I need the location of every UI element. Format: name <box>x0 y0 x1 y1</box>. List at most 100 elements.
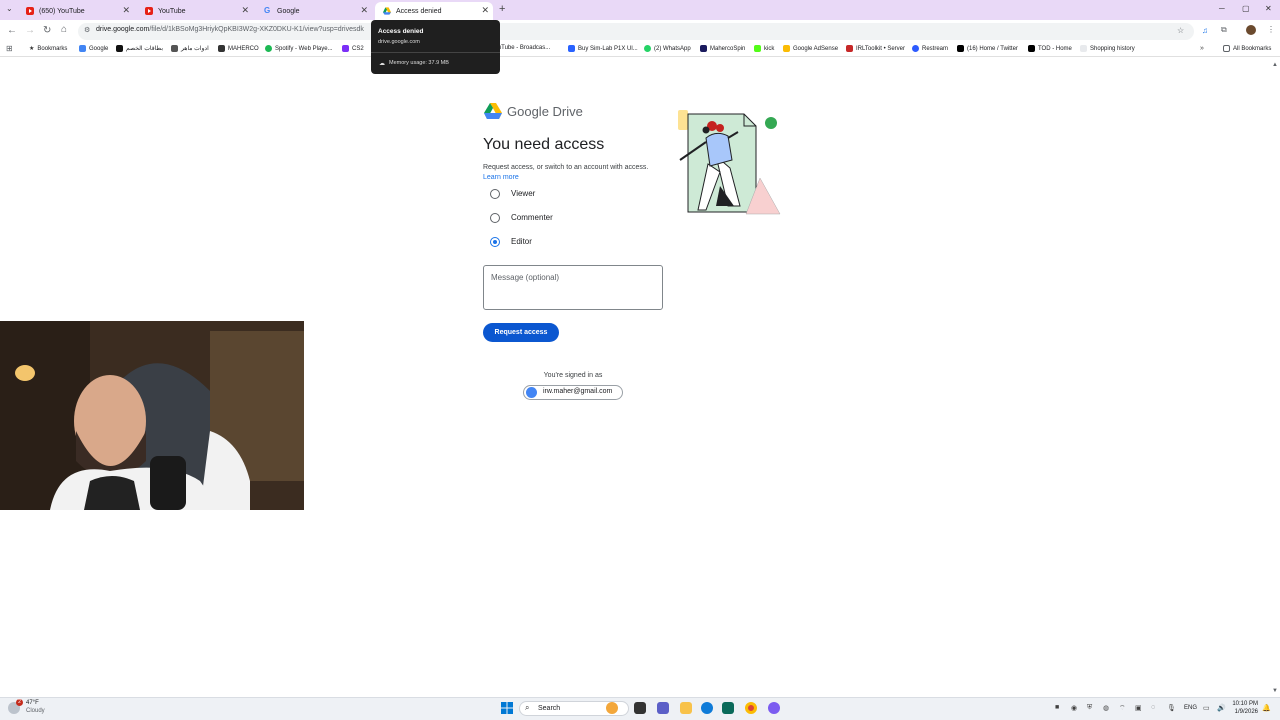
tab-label: Google <box>277 7 300 15</box>
close-window-button[interactable]: ✕ <box>1265 4 1272 13</box>
webcam-person-image <box>0 321 304 510</box>
all-bookmarks-folder[interactable]: All Bookmarks <box>1223 45 1271 52</box>
edge-icon[interactable] <box>701 702 713 714</box>
more-bookmarks-icon[interactable]: » <box>1200 45 1204 52</box>
bookmark-item[interactable]: Shopping history <box>1080 45 1135 52</box>
profile-avatar[interactable] <box>1246 25 1256 35</box>
bookmark-star-icon[interactable]: ☆ <box>1177 26 1184 35</box>
reload-icon[interactable]: ↻ <box>43 25 51 36</box>
bookmark-item[interactable]: Google AdSense <box>783 45 838 52</box>
search-highlight-icon[interactable] <box>606 702 618 714</box>
commenter-radio[interactable] <box>490 213 500 223</box>
apps-icon[interactable]: ⊞ <box>6 44 13 53</box>
tab-access-denied[interactable]: Access denied ✕ <box>375 2 493 20</box>
windows-start-icon[interactable] <box>501 702 513 714</box>
account-avatar <box>526 387 537 398</box>
youtube-icon <box>26 7 34 15</box>
search-icon: ⌕ <box>525 703 530 712</box>
bookmark-item[interactable]: kick <box>754 45 774 52</box>
tab-youtube-650[interactable]: (650) YouTube ✕ <box>18 2 136 20</box>
bookmark-item[interactable]: (16) Home / Twitter <box>957 45 1018 52</box>
weather-temperature[interactable]: 47°F <box>26 700 39 706</box>
tray-security-icon[interactable]: ⛨ <box>1087 704 1092 712</box>
bookmark-item[interactable]: CS2 <box>342 45 364 52</box>
scroll-down-icon[interactable]: ▼ <box>1272 688 1278 694</box>
learn-more-link[interactable]: Learn more <box>483 174 519 181</box>
tray-network-icon[interactable]: ◌ <box>1151 704 1155 711</box>
back-icon[interactable]: ← <box>7 25 17 36</box>
editor-radio[interactable] <box>490 237 500 247</box>
product-name: Google Drive <box>507 104 583 119</box>
tray-volume-icon[interactable]: 🔊 <box>1217 704 1226 712</box>
bookmark-item[interactable]: Spotify - Web Playe... <box>265 45 333 52</box>
tray-nvidia-icon[interactable]: ■ <box>1055 704 1059 711</box>
tab-hover-card: Access denied drive.google.com ☁ Memory … <box>371 20 500 74</box>
tray-app2-icon[interactable]: ▣ <box>1135 704 1142 712</box>
tab-google[interactable]: G Google ✕ <box>256 2 374 20</box>
memory-icon: ☁ <box>379 61 385 67</box>
maximize-button[interactable]: ▢ <box>1242 4 1250 13</box>
message-input[interactable] <box>483 265 663 310</box>
tab-youtube[interactable]: YouTube ✕ <box>137 2 255 20</box>
notifications-icon[interactable]: 🔔 <box>1262 704 1271 712</box>
bookmark-item[interactable]: ★ Bookmarks <box>29 45 67 53</box>
input-language[interactable]: ENG <box>1184 705 1197 711</box>
teams-icon[interactable] <box>657 702 669 714</box>
bookmark-item[interactable]: Buy Sim-Lab P1X Ul... <box>568 45 638 52</box>
store-icon[interactable] <box>722 702 734 714</box>
file-explorer-icon[interactable] <box>680 702 692 714</box>
tray-display-icon[interactable]: ▭ <box>1203 704 1210 712</box>
editor-label[interactable]: Editor <box>511 237 532 246</box>
url-text[interactable]: drive.google.com/file/d/1kBSoMg3HriykQpK… <box>96 26 364 33</box>
tray-app-icon[interactable]: ◉ <box>1071 704 1077 712</box>
home-icon[interactable]: ⌂ <box>61 24 67 35</box>
taskbar-search-label: Search <box>538 705 561 712</box>
tray-mic-icon[interactable]: 🎙 <box>1167 704 1176 712</box>
bookmark-item[interactable]: Restream <box>912 45 948 52</box>
tooltip-host: drive.google.com <box>378 39 420 45</box>
bookmark-item[interactable]: TOD - Home <box>1028 45 1072 52</box>
bookmark-item[interactable]: (2) WhatsApp <box>644 45 691 52</box>
clock-date[interactable]: 1/9/2026 <box>1232 709 1258 715</box>
bookmark-item[interactable]: بطاقات الخصم <box>116 45 163 52</box>
close-tab-icon[interactable]: ✕ <box>241 5 249 16</box>
tab-label: Access denied <box>396 7 442 15</box>
signed-in-label: You're signed in as <box>543 372 603 379</box>
commenter-label[interactable]: Commenter <box>511 213 553 222</box>
account-email: irw.maher@gmail.com <box>543 388 613 395</box>
menu-icon[interactable]: ⋮ <box>1267 25 1275 34</box>
bookmark-item[interactable]: Google <box>79 45 108 52</box>
viewer-label[interactable]: Viewer <box>511 189 535 198</box>
site-info-icon[interactable]: ⚙ <box>84 26 90 34</box>
tray-wifi-icon[interactable]: ⌔ <box>1119 704 1126 713</box>
clock-time[interactable]: 10:10 PM <box>1232 701 1258 707</box>
minimize-button[interactable]: ─ <box>1219 4 1225 13</box>
tray-steam-icon[interactable]: ◍ <box>1103 704 1109 712</box>
tab-label: YouTube <box>158 7 186 15</box>
close-tab-icon[interactable]: ✕ <box>122 5 130 16</box>
task-view-icon[interactable] <box>634 702 646 714</box>
bookmark-item[interactable]: MAHERCO <box>218 45 259 52</box>
page-title: You need access <box>483 136 605 153</box>
weather-condition[interactable]: Cloudy <box>26 708 45 714</box>
scroll-up-icon[interactable]: ▲ <box>1272 62 1278 68</box>
close-tab-icon[interactable]: ✕ <box>360 5 368 16</box>
access-description: Request access, or switch to an account … <box>483 164 649 171</box>
youtube-icon <box>145 7 153 15</box>
bookmark-item[interactable]: IRLToolkit • Server <box>846 45 905 52</box>
forward-icon[interactable]: → <box>25 25 35 36</box>
tooltip-memory: Memory usage: 37.9 MB <box>389 60 449 66</box>
request-access-button[interactable]: Request access <box>483 323 559 342</box>
tooltip-divider <box>371 52 500 53</box>
close-tab-icon[interactable]: ✕ <box>481 5 489 16</box>
media-icon[interactable]: ♫ <box>1202 26 1208 35</box>
viewer-radio[interactable] <box>490 189 500 199</box>
bookmark-item[interactable]: MahercoSpin <box>700 45 745 52</box>
tooltip-title: Access denied <box>378 28 424 35</box>
bookmark-item[interactable]: ادوات ماهر <box>171 45 209 52</box>
app-icon[interactable] <box>768 702 780 714</box>
tab-search-icon[interactable]: ⌄ <box>6 4 13 13</box>
chrome-icon[interactable] <box>745 702 757 714</box>
extensions-icon[interactable]: ⧉ <box>1221 25 1227 35</box>
new-tab-button[interactable]: + <box>499 3 505 15</box>
